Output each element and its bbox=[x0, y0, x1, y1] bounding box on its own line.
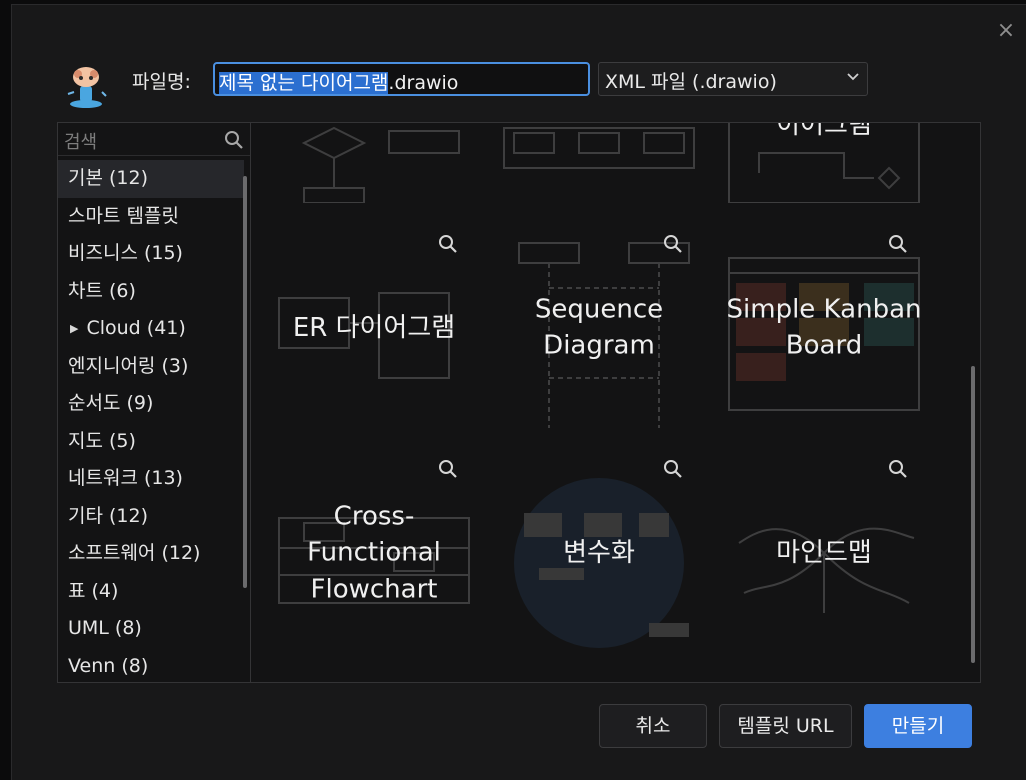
template-thumbnail bbox=[503, 127, 695, 169]
template-grid: 이어그램 ER 다이어그램 Sequence Diagram Simple Ka… bbox=[252, 123, 980, 682]
category-label: 기타 (12) bbox=[68, 504, 149, 527]
create-button[interactable]: 만들기 bbox=[864, 704, 972, 748]
category-item-smart-templates[interactable]: 스마트 템플릿 bbox=[58, 198, 244, 236]
category-label: UML (8) bbox=[68, 617, 142, 639]
category-sidebar: 검색 기본 (12) 스마트 템플릿 비즈니스 (15) 차트 (6) ▶ Clo… bbox=[58, 123, 251, 682]
template-tile-sequence-diagram[interactable]: Sequence Diagram bbox=[499, 228, 699, 428]
zoom-preview-icon[interactable] bbox=[888, 234, 908, 254]
category-item-network[interactable]: 네트워크 (13) bbox=[58, 460, 244, 498]
zoom-preview-icon[interactable] bbox=[663, 234, 683, 254]
template-title: 이어그램 bbox=[776, 123, 872, 140]
category-label: Venn (8) bbox=[68, 654, 149, 677]
zoom-preview-icon[interactable] bbox=[438, 459, 458, 479]
template-tile-er-diagram[interactable]: ER 다이어그램 bbox=[274, 228, 474, 428]
category-label: 소프트웨어 (12) bbox=[68, 542, 201, 564]
category-label: 스마트 템플릿 bbox=[68, 204, 179, 227]
template-tile-flow-partial[interactable] bbox=[274, 123, 474, 203]
template-tile-variables[interactable]: 변수화 bbox=[499, 453, 699, 653]
template-title: 변수화 bbox=[499, 535, 699, 571]
template-title: Sequence Diagram bbox=[499, 292, 699, 365]
template-tile-diagram-partial[interactable]: 이어그램 bbox=[724, 123, 924, 203]
search-input[interactable]: 검색 bbox=[58, 123, 250, 156]
category-item-other[interactable]: 기타 (12) bbox=[58, 498, 244, 536]
template-url-button[interactable]: 템플릿 URL bbox=[719, 704, 852, 748]
category-item-venn[interactable]: Venn (8) bbox=[58, 648, 244, 683]
template-title-text: Sequence Diagram bbox=[534, 294, 664, 361]
category-label: 네트워크 (13) bbox=[68, 467, 183, 489]
template-title-text: Cross-Functional Flowchart bbox=[307, 501, 441, 605]
template-tile-simple-kanban-board[interactable]: Simple Kanban Board bbox=[724, 228, 924, 428]
category-item-uml[interactable]: UML (8) bbox=[58, 610, 244, 648]
category-label: Cloud (41) bbox=[86, 317, 186, 339]
zoom-preview-icon[interactable] bbox=[663, 459, 683, 479]
filename-selected-text: 제목 없는 다이어그램 bbox=[219, 72, 389, 94]
format-selected-value: XML 파일 (.drawio) bbox=[605, 71, 777, 93]
category-label: 차트 (6) bbox=[68, 279, 136, 302]
template-grid-scrollbar[interactable] bbox=[971, 366, 975, 663]
category-item-charts[interactable]: 차트 (6) bbox=[58, 273, 244, 311]
template-tile-mind-map[interactable]: 마인드맵 bbox=[724, 453, 924, 653]
template-panel: 검색 기본 (12) 스마트 템플릿 비즈니스 (15) 차트 (6) ▶ Clo… bbox=[57, 122, 981, 683]
drawio-logo-icon bbox=[67, 67, 107, 108]
filename-label: 파일명: bbox=[132, 71, 191, 93]
filename-input[interactable]: 제목 없는 다이어그램.drawio bbox=[213, 62, 590, 96]
zoom-preview-icon[interactable] bbox=[888, 459, 908, 479]
category-item-cloud[interactable]: ▶ Cloud (41) bbox=[58, 310, 244, 348]
category-list: 기본 (12) 스마트 템플릿 비즈니스 (15) 차트 (6) ▶ Cloud … bbox=[58, 160, 244, 682]
category-label: 엔지니어링 (3) bbox=[68, 354, 189, 377]
search-icon[interactable] bbox=[224, 130, 244, 150]
category-item-basic[interactable]: 기본 (12) bbox=[58, 160, 244, 198]
chevron-down-icon bbox=[847, 69, 859, 85]
filename-extension: .drawio bbox=[388, 72, 459, 94]
template-tile-block-partial[interactable] bbox=[499, 123, 699, 203]
category-item-flowchart[interactable]: 순서도 (9) bbox=[58, 385, 244, 423]
expand-triangle-icon[interactable]: ▶ bbox=[68, 322, 78, 335]
template-title: Simple Kanban Board bbox=[724, 292, 924, 365]
close-icon[interactable]: × bbox=[996, 20, 1016, 42]
sidebar-scrollbar[interactable] bbox=[243, 176, 247, 588]
format-select[interactable]: XML 파일 (.drawio) bbox=[598, 62, 868, 96]
template-title-text: Simple Kanban Board bbox=[726, 294, 922, 361]
template-tile-cross-functional-flowchart[interactable]: Cross-Functional Flowchart bbox=[274, 453, 474, 653]
template-title-text: ER 다이어그램 bbox=[292, 312, 456, 343]
search-placeholder: 검색 bbox=[64, 132, 98, 153]
category-item-maps[interactable]: 지도 (5) bbox=[58, 423, 244, 461]
template-title: ER 다이어그램 bbox=[274, 310, 474, 346]
zoom-preview-icon[interactable] bbox=[438, 234, 458, 254]
template-title-text: 변수화 bbox=[563, 537, 635, 568]
category-item-business[interactable]: 비즈니스 (15) bbox=[58, 235, 244, 273]
category-label: 지도 (5) bbox=[68, 429, 136, 452]
template-thumbnail bbox=[301, 126, 460, 203]
template-title: Cross-Functional Flowchart bbox=[274, 498, 474, 607]
category-label: 순서도 (9) bbox=[68, 392, 154, 414]
category-label: 비즈니스 (15) bbox=[68, 242, 183, 264]
category-label: 기본 (12) bbox=[68, 167, 149, 189]
category-item-tables[interactable]: 표 (4) bbox=[58, 573, 244, 611]
category-label: 표 (4) bbox=[68, 579, 119, 602]
category-item-engineering[interactable]: 엔지니어링 (3) bbox=[58, 348, 244, 386]
category-item-software[interactable]: 소프트웨어 (12) bbox=[58, 535, 244, 573]
template-title-text: 마인드맵 bbox=[776, 537, 872, 568]
cancel-button[interactable]: 취소 bbox=[599, 704, 707, 748]
template-title: 마인드맵 bbox=[724, 535, 924, 571]
